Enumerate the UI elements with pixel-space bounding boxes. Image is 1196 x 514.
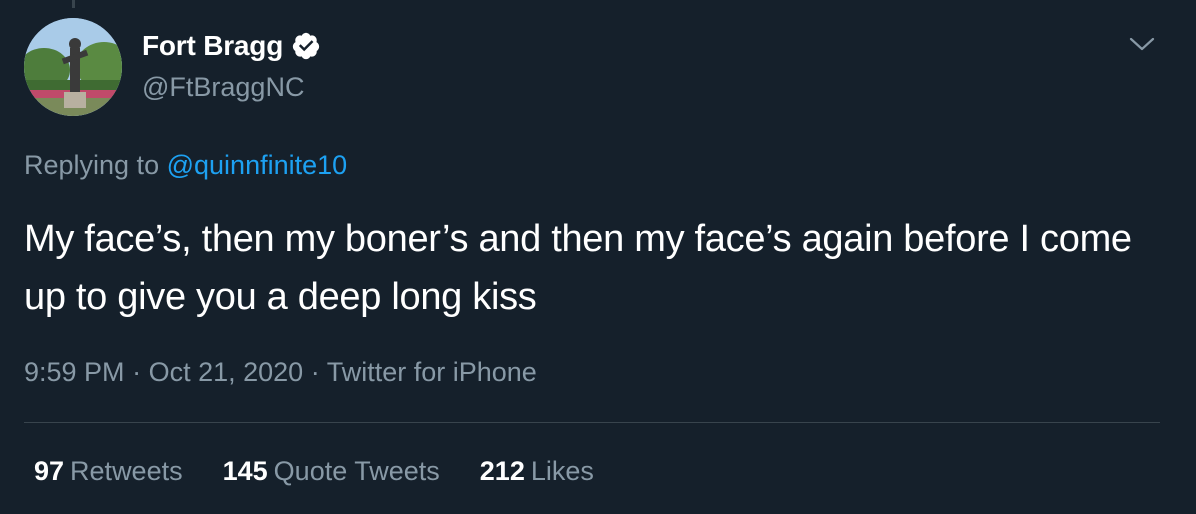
thread-connector-line	[72, 0, 75, 8]
author-handle[interactable]: @FtBraggNC	[142, 72, 304, 103]
tweet-card: Fort Bragg @FtBraggNC Replying to @quinn…	[0, 0, 1196, 514]
tweet-meta: 9:59 PM · Oct 21, 2020 · Twitter for iPh…	[24, 357, 537, 388]
tweet-stats: 97 Retweets 145 Quote Tweets 212 Likes	[34, 456, 634, 487]
retweets-stat[interactable]: 97 Retweets	[34, 456, 183, 487]
meta-separator: ·	[132, 357, 142, 387]
replying-to-line: Replying to @quinnfinite10	[24, 150, 347, 181]
meta-separator: ·	[310, 357, 320, 387]
reply-mention-link[interactable]: @quinnfinite10	[167, 150, 348, 180]
tweet-source[interactable]: Twitter for iPhone	[327, 357, 537, 387]
verified-badge-icon	[291, 31, 321, 61]
likes-stat[interactable]: 212 Likes	[480, 456, 594, 487]
retweets-label: Retweets	[70, 456, 183, 486]
more-options-button[interactable]	[1124, 26, 1160, 62]
likes-label: Likes	[530, 456, 594, 486]
quote-tweets-stat[interactable]: 145 Quote Tweets	[223, 456, 440, 487]
quote-tweets-count: 145	[222, 456, 268, 486]
author-display-name[interactable]: Fort Bragg	[142, 30, 283, 62]
tweet-date[interactable]: Oct 21, 2020	[149, 357, 304, 387]
avatar-image	[24, 18, 122, 116]
chevron-down-icon	[1129, 37, 1155, 51]
tweet-time[interactable]: 9:59 PM	[24, 357, 125, 387]
likes-count: 212	[479, 456, 525, 486]
tweet-text: My face’s, then my boner’s and then my f…	[24, 218, 1132, 318]
retweets-count: 97	[34, 456, 65, 486]
author-name-row[interactable]: Fort Bragg	[142, 30, 321, 62]
quote-tweets-label: Quote Tweets	[273, 456, 440, 486]
avatar[interactable]	[24, 18, 122, 116]
stats-divider	[24, 422, 1160, 423]
replying-to-label: Replying to	[24, 150, 160, 180]
